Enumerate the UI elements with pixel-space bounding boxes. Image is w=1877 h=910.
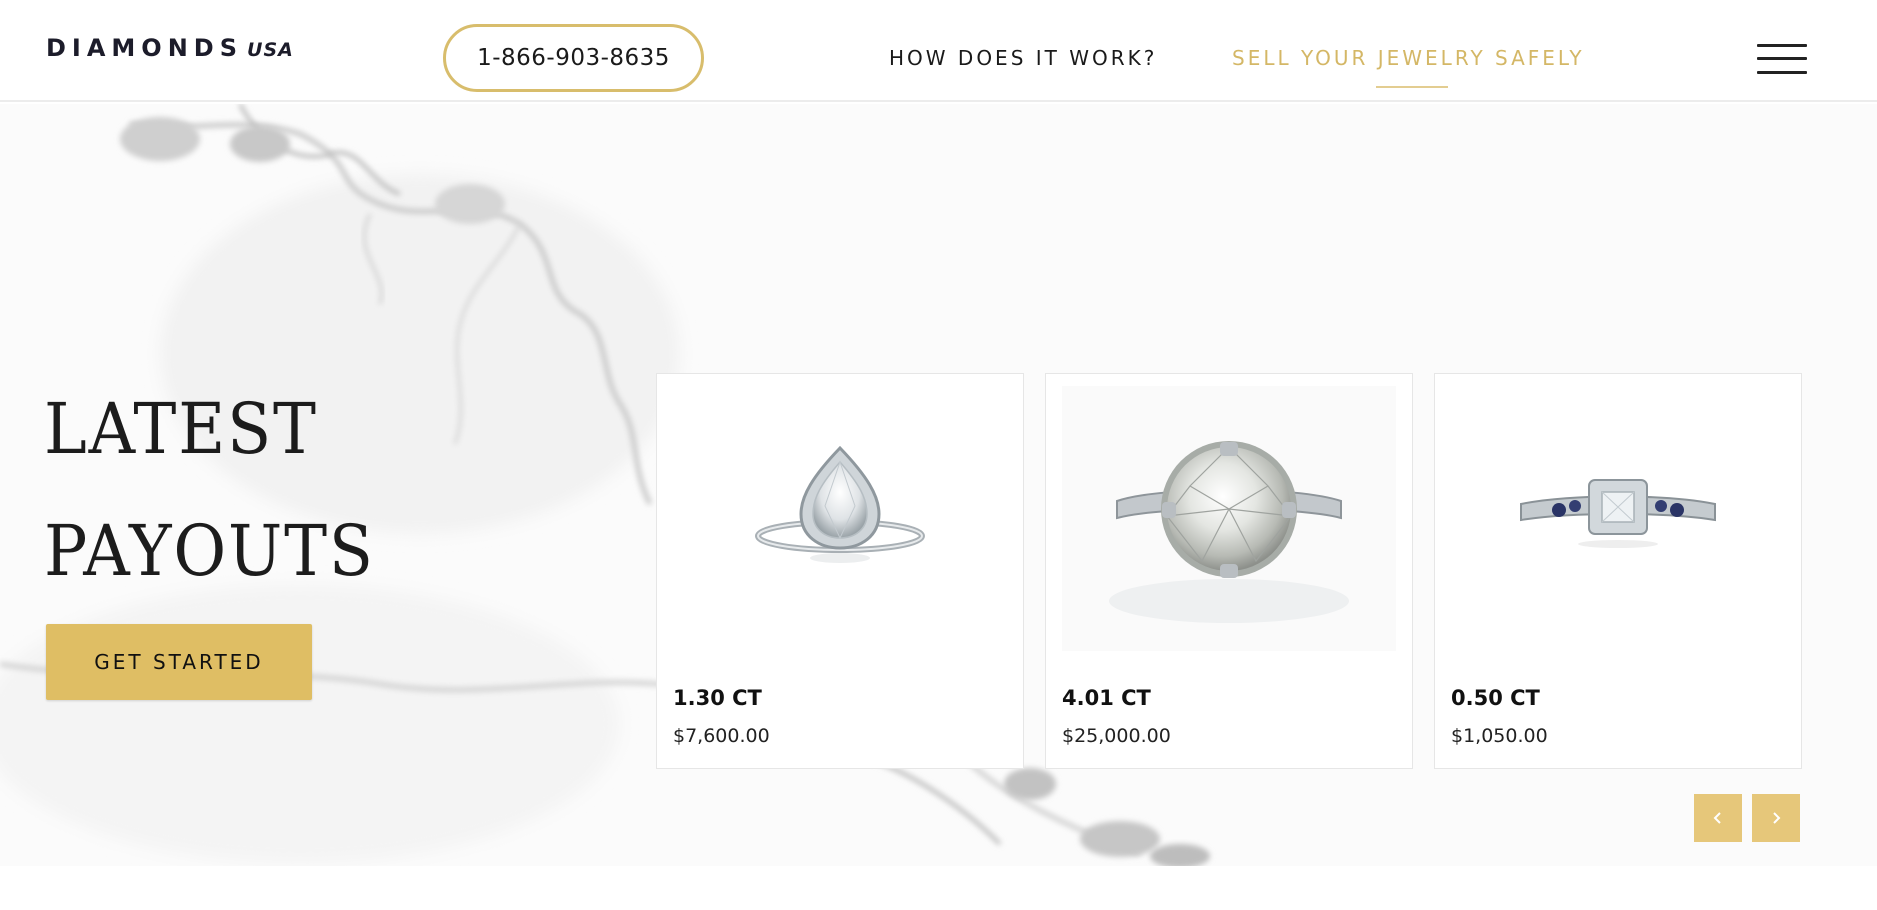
round-solitaire-ring-image	[1062, 386, 1396, 651]
payout-carat: 4.01 CT	[1062, 686, 1151, 710]
payout-card[interactable]: 0.50 CT $1,050.00	[1434, 373, 1802, 769]
phone-number-button[interactable]: 1-866-903-8635	[443, 24, 704, 92]
payout-price: $1,050.00	[1451, 725, 1548, 747]
payout-price: $25,000.00	[1062, 725, 1171, 747]
diamonds-usa-logo[interactable]: DIAMONDS USA	[46, 34, 294, 64]
payout-carat: 1.30 CT	[673, 686, 762, 710]
hamburger-line	[1757, 71, 1807, 74]
payout-price: $7,600.00	[673, 725, 770, 747]
payout-card[interactable]: 4.01 CT $25,000.00	[1045, 373, 1413, 769]
chevron-left-icon	[1713, 812, 1721, 824]
nav-sell-your-jewelry[interactable]: SELL YOUR JEWELRY SAFELY	[1232, 46, 1585, 72]
hamburger-line	[1757, 44, 1807, 47]
hero-section: LATEST PAYOUTS GET STARTED 1.30 CT $7,60…	[0, 104, 1877, 866]
hamburger-line	[1757, 57, 1807, 60]
nav-how-does-it-work[interactable]: HOW DOES IT WORK?	[889, 46, 1157, 72]
heading-line-2: PAYOUTS	[44, 510, 375, 592]
chevron-right-icon	[1773, 812, 1781, 824]
pear-halo-ring-image	[673, 386, 1007, 651]
heading-line-1: LATEST	[44, 388, 318, 470]
payout-carat: 0.50 CT	[1451, 686, 1540, 710]
nav-active-underline	[1376, 86, 1448, 88]
logo-main-text: DIAMONDS	[46, 34, 244, 62]
carousel-next-button[interactable]	[1752, 794, 1800, 842]
princess-halo-sapphire-ring-image	[1451, 386, 1785, 651]
site-header: DIAMONDS USA 1-866-903-8635 HOW DOES IT …	[0, 0, 1877, 102]
get-started-button[interactable]: GET STARTED	[46, 624, 312, 700]
latest-payouts-heading: LATEST PAYOUTS	[44, 368, 430, 612]
carousel-prev-button[interactable]	[1694, 794, 1742, 842]
hamburger-menu-icon[interactable]	[1757, 44, 1807, 74]
logo-sub-text: USA	[247, 39, 294, 61]
payout-card[interactable]: 1.30 CT $7,600.00	[656, 373, 1024, 769]
